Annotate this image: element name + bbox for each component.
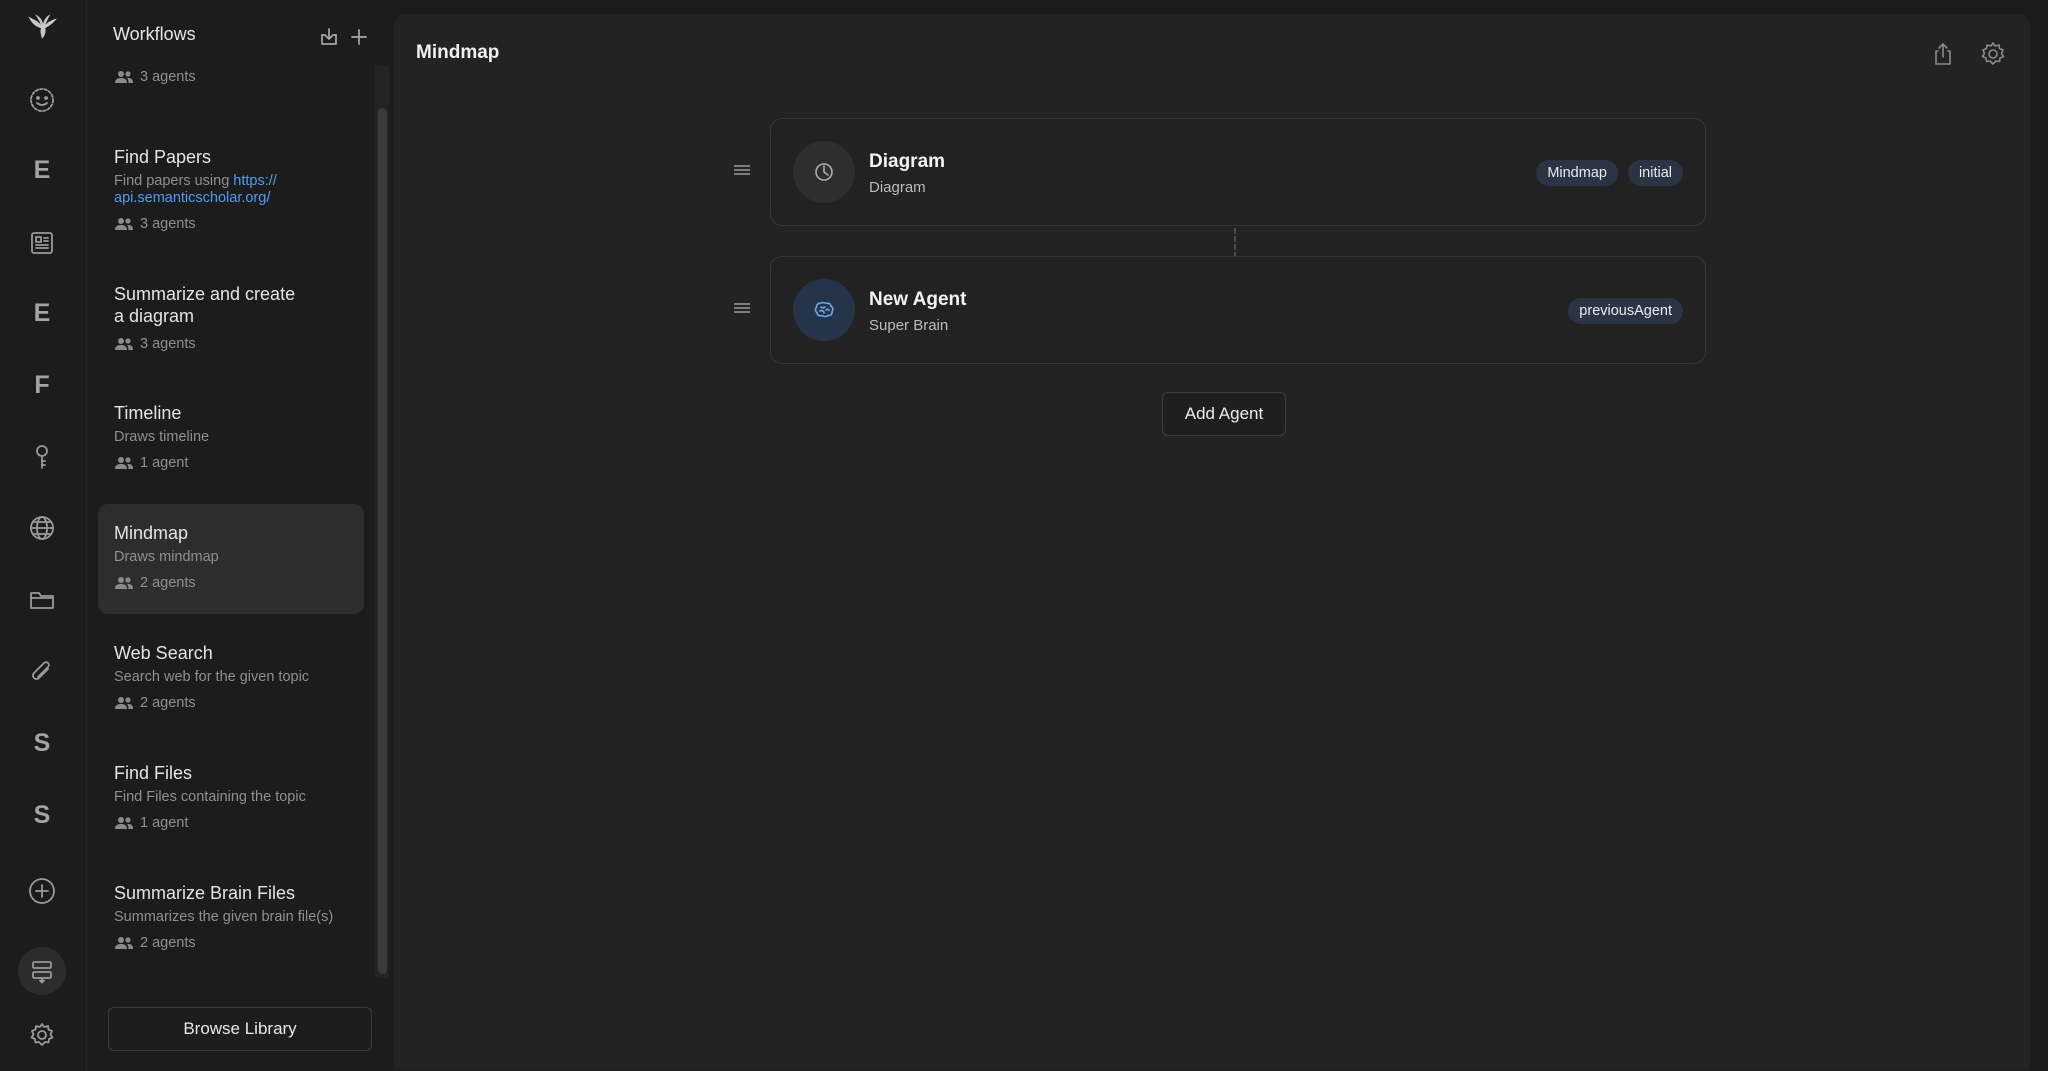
- workflow-description: Find Files containing the topic: [114, 789, 306, 805]
- workflow-item-mindmap[interactable]: Mindmap Draws mindmap 2 agents: [98, 504, 364, 614]
- share-icon[interactable]: [1929, 40, 1957, 68]
- workflow-item-find-papers[interactable]: Find Papers Find papers using https:// a…: [98, 146, 364, 232]
- agent-count: 2 agents: [114, 935, 348, 951]
- workflow-description: Search web for the given topic: [114, 669, 310, 685]
- sidebar-scrollbar-thumb[interactable]: [378, 108, 387, 974]
- page-title: Mindmap: [416, 42, 500, 63]
- workflows-icon[interactable]: [18, 947, 66, 995]
- icon-rail: E E F S S: [0, 0, 87, 1071]
- agent-connector: [1234, 228, 1236, 258]
- workflow-name: Summarize and create a diagram: [114, 284, 296, 326]
- workflow-item-summarize-diagram[interactable]: Summarize and create a diagram 3 agents: [98, 283, 364, 352]
- agent-tags: Mindmap initial: [1536, 160, 1683, 186]
- rail-letter-e-1[interactable]: E: [18, 146, 66, 194]
- logo-icon[interactable]: [18, 3, 66, 51]
- smiley-icon[interactable]: [18, 76, 66, 124]
- rail-letter-s-1[interactable]: S: [18, 719, 66, 767]
- add-workflow-icon[interactable]: [348, 26, 370, 48]
- import-icon[interactable]: [318, 26, 340, 48]
- settings-gear-icon[interactable]: [18, 1011, 66, 1059]
- workflow-name: Web Search: [114, 643, 213, 663]
- agent-subtitle: Super Brain: [869, 317, 949, 334]
- agent-count: 2 agents: [114, 575, 348, 591]
- workflow-list: 3 agents Find Papers Find papers using h…: [98, 68, 364, 978]
- users-icon: [115, 937, 133, 949]
- users-icon: [115, 457, 133, 469]
- workflow-settings-icon[interactable]: [1979, 40, 2007, 68]
- workflow-item-web-search[interactable]: Web Search Search web for the given topi…: [98, 642, 364, 711]
- brain-icon: [814, 301, 834, 318]
- users-icon: [115, 71, 133, 83]
- agent-count: 1 agent: [114, 455, 348, 471]
- workflow-name: Timeline: [114, 403, 182, 423]
- key-icon[interactable]: [18, 433, 66, 481]
- agent-name: Diagram: [869, 151, 946, 172]
- tag-initial: initial: [1627, 160, 1683, 186]
- tag-mindmap: Mindmap: [1536, 160, 1618, 186]
- agent-count: 3 agents: [114, 216, 348, 232]
- workflow-item-find-files[interactable]: Find Files Find Files containing the top…: [98, 762, 364, 831]
- workflow-description: Find papers using https:// api.semantics…: [114, 173, 277, 206]
- agent-tags: previousAgent: [1568, 298, 1683, 324]
- pie-chart-icon: [815, 163, 833, 181]
- newspaper-icon[interactable]: [18, 219, 66, 267]
- workflow-name: Mindmap: [114, 523, 189, 543]
- users-icon: [115, 817, 133, 829]
- globe-icon[interactable]: [18, 504, 66, 552]
- workflow-editor: Mindmap Diagram Diagram Mindmap initial …: [394, 14, 2030, 1070]
- brain-agent-avatar: [793, 279, 855, 341]
- agent-count: 3 agents: [114, 336, 348, 352]
- agent-subtitle: Diagram: [869, 179, 926, 196]
- agent-name: New Agent: [869, 289, 967, 310]
- rail-letter-s-2[interactable]: S: [18, 791, 66, 839]
- workflow-description: Draws mindmap: [114, 549, 219, 565]
- users-icon: [115, 577, 133, 589]
- agent-card-new-agent[interactable]: New Agent Super Brain previousAgent: [734, 256, 1706, 364]
- folder-icon[interactable]: [18, 576, 66, 624]
- workflow-item-timeline[interactable]: Timeline Draws timeline 1 agent: [98, 402, 364, 471]
- tag-previous-agent: previousAgent: [1568, 298, 1683, 324]
- workflow-description: Summarizes the given brain file(s): [114, 909, 334, 925]
- browse-library-button[interactable]: Browse Library: [108, 1007, 372, 1051]
- users-icon: [115, 697, 133, 709]
- sidebar-title: Workflows: [113, 24, 196, 44]
- drag-handle-icon[interactable]: [733, 301, 751, 315]
- workflow-name: Find Papers: [114, 147, 212, 167]
- add-circle-icon[interactable]: [18, 867, 66, 915]
- diagram-agent-avatar: [793, 141, 855, 203]
- users-icon: [115, 218, 133, 230]
- agent-count: 1 agent: [114, 815, 348, 831]
- agent-count: 3 agents: [114, 69, 348, 85]
- workflow-name: Summarize Brain Files: [114, 883, 296, 903]
- workflows-sidebar: Workflows 3 agents Find Papers Find pape…: [87, 0, 392, 1071]
- workflow-name: Find Files: [114, 763, 193, 783]
- workflow-description: Draws timeline: [114, 429, 210, 445]
- workflow-item[interactable]: 3 agents: [98, 68, 364, 85]
- drag-handle-icon[interactable]: [733, 163, 751, 177]
- paperclip-icon[interactable]: [18, 648, 66, 696]
- users-icon: [115, 338, 133, 350]
- rail-letter-e-2[interactable]: E: [18, 289, 66, 337]
- agent-card-diagram[interactable]: Diagram Diagram Mindmap initial: [734, 118, 1706, 226]
- workflow-item-summarize-brain-files[interactable]: Summarize Brain Files Summarizes the giv…: [98, 882, 364, 951]
- add-agent-button[interactable]: Add Agent: [1162, 392, 1286, 436]
- rail-letter-f[interactable]: F: [18, 361, 66, 409]
- agent-count: 2 agents: [114, 695, 348, 711]
